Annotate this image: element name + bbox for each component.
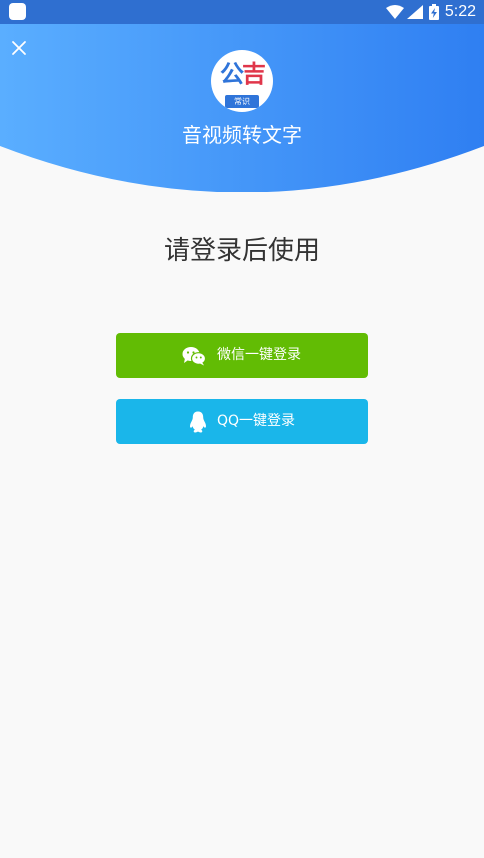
status-icons: 5:22 <box>385 0 476 24</box>
wechat-icon <box>182 346 206 366</box>
login-heading: 请登录后使用 <box>163 236 320 266</box>
status-bar: 5:22 <box>0 0 484 24</box>
qq-penguin-icon <box>189 411 207 433</box>
close-button[interactable] <box>8 37 30 59</box>
qq-login-label: QQ一键登录 <box>216 413 296 429</box>
logo-text-red: 吉 <box>242 60 266 88</box>
close-icon <box>12 41 26 55</box>
logo-tag: 常识 <box>225 95 259 108</box>
logo-text-blue: 公 <box>220 60 244 88</box>
app-logo: 公吉 常识 <box>211 50 273 112</box>
wechat-login-label: 微信一键登录 <box>217 347 301 363</box>
wifi-icon <box>385 5 404 19</box>
status-time: 5:22 <box>444 3 476 20</box>
qq-login-button[interactable]: QQ一键登录 <box>116 399 368 444</box>
wechat-login-button[interactable]: 微信一键登录 <box>116 333 368 378</box>
logo-mark: 公吉 <box>211 59 273 89</box>
app-title: 音视频转文字 <box>182 123 302 147</box>
signal-icon <box>406 5 423 19</box>
battery-charging-icon <box>428 4 439 20</box>
app-notification-icon <box>9 3 26 20</box>
